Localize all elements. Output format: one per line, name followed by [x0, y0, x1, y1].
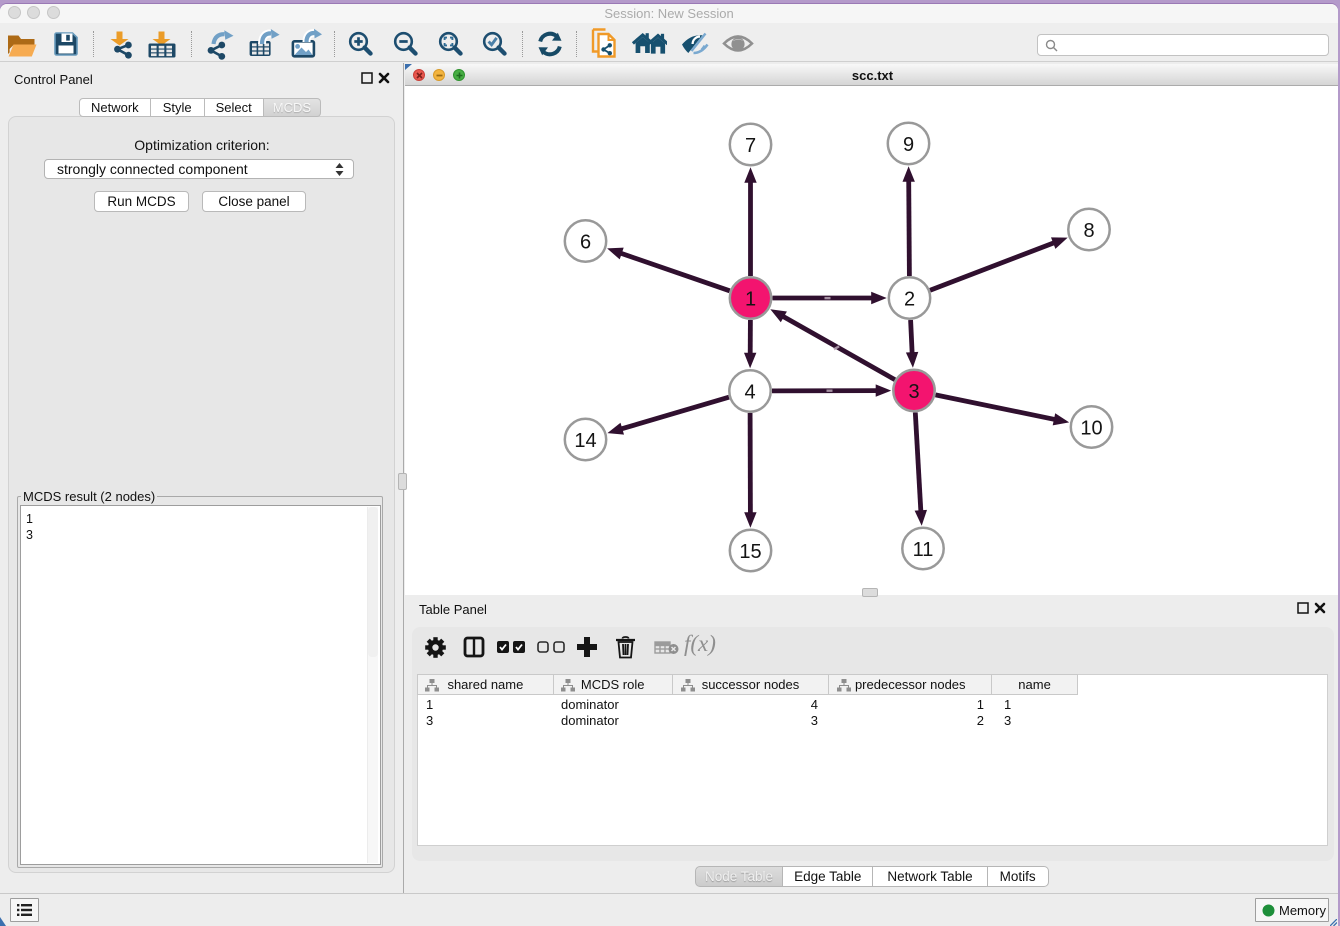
svg-text:2: 2	[904, 289, 915, 311]
svg-text:6: 6	[580, 232, 591, 254]
svg-text:4: 4	[744, 382, 755, 404]
svg-text:11: 11	[913, 539, 934, 561]
svg-text:8: 8	[1083, 220, 1094, 242]
svg-text:15: 15	[739, 541, 761, 563]
svg-text:1: 1	[745, 289, 756, 311]
svg-text:14: 14	[574, 430, 596, 452]
svg-text:10: 10	[1080, 418, 1102, 440]
svg-text:9: 9	[903, 134, 914, 156]
svg-text:3: 3	[908, 381, 919, 403]
svg-text:7: 7	[745, 135, 756, 157]
